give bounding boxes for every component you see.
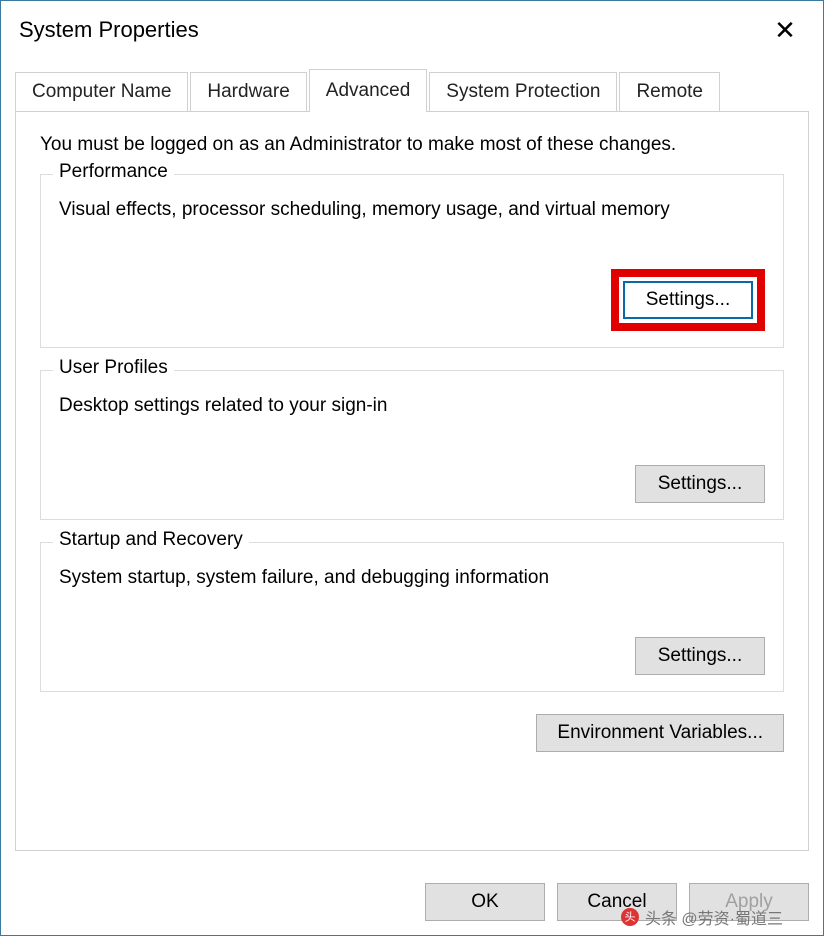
user-profiles-desc: Desktop settings related to your sign-in [59,395,765,417]
user-profiles-legend: User Profiles [53,357,174,379]
highlight-marker: Settings... [611,269,765,331]
close-icon[interactable]: ✕ [765,17,805,43]
window-title: System Properties [19,17,199,43]
performance-settings-button[interactable]: Settings... [623,281,753,319]
user-profiles-settings-button[interactable]: Settings... [635,465,765,503]
advanced-tab-page: You must be logged on as an Administrato… [15,111,809,851]
performance-desc: Visual effects, processor scheduling, me… [59,199,765,221]
tab-advanced[interactable]: Advanced [309,69,428,112]
tab-computer-name[interactable]: Computer Name [15,72,188,111]
startup-recovery-desc: System startup, system failure, and debu… [59,567,765,589]
performance-group: Performance Visual effects, processor sc… [40,174,784,348]
startup-recovery-group: Startup and Recovery System startup, sys… [40,542,784,692]
performance-legend: Performance [53,161,174,183]
watermark: 头条 @劳资·蜀道三 [621,905,783,929]
startup-recovery-legend: Startup and Recovery [53,529,249,551]
titlebar: System Properties ✕ [1,1,823,59]
user-profiles-group: User Profiles Desktop settings related t… [40,370,784,520]
tab-hardware[interactable]: Hardware [190,72,306,111]
tab-remote[interactable]: Remote [619,72,720,111]
tab-system-protection[interactable]: System Protection [429,72,617,111]
watermark-text: 头条 @劳资·蜀道三 [645,905,783,929]
admin-intro-text: You must be logged on as an Administrato… [40,134,784,156]
startup-recovery-settings-button[interactable]: Settings... [635,637,765,675]
watermark-icon [621,908,639,926]
system-properties-window: System Properties ✕ Computer Name Hardwa… [0,0,824,936]
tabstrip: Computer Name Hardware Advanced System P… [15,69,809,111]
ok-button[interactable]: OK [425,883,545,921]
environment-variables-button[interactable]: Environment Variables... [536,714,784,752]
